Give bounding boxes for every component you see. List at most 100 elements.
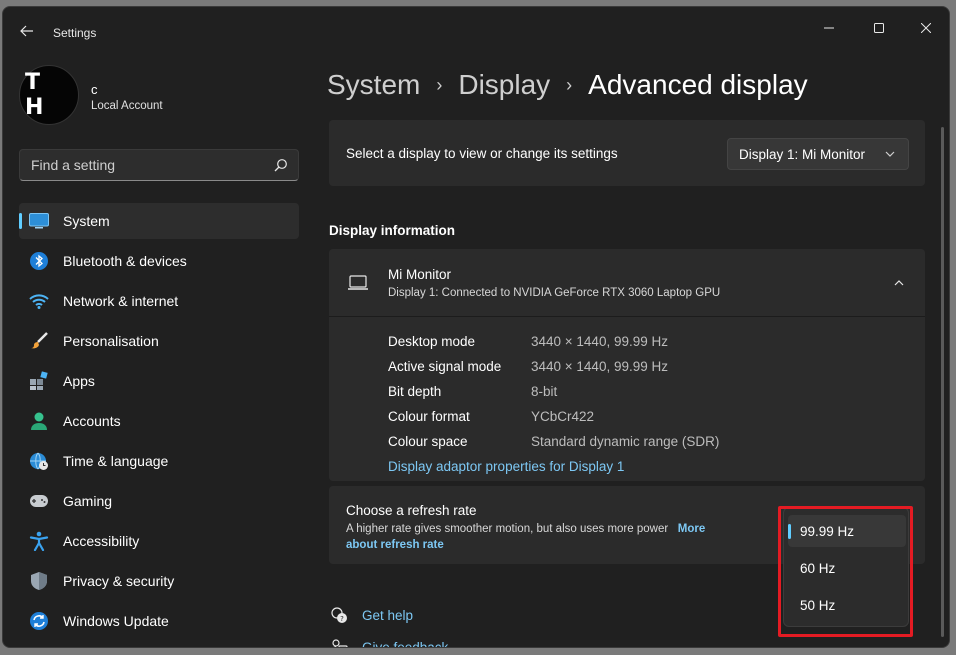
display-dropdown[interactable]: Display 1: Mi Monitor [727, 138, 909, 170]
give-feedback-row[interactable]: Give feedback [329, 631, 448, 648]
settings-window: Settings T H c Local Account System [2, 6, 950, 648]
maximize-button[interactable] [856, 13, 902, 43]
chevron-down-icon [885, 151, 895, 157]
breadcrumb-display[interactable]: Display [458, 69, 550, 101]
help-links: ? Get help Give feedback [329, 599, 448, 648]
info-value: 3440 × 1440, 99.99 Hz [531, 334, 668, 349]
info-row-desktop-mode: Desktop mode 3440 × 1440, 99.99 Hz [388, 329, 719, 354]
sidebar-item-gaming[interactable]: Gaming [19, 483, 299, 519]
sidebar-item-label: Windows Update [63, 613, 169, 629]
sidebar-item-bluetooth[interactable]: Bluetooth & devices [19, 243, 299, 279]
back-button[interactable] [15, 21, 39, 41]
accessibility-icon [28, 530, 50, 552]
info-key: Active signal mode [388, 359, 502, 374]
close-button[interactable] [903, 13, 949, 43]
page-title: Advanced display [588, 69, 808, 100]
sidebar-item-system[interactable]: System [19, 203, 299, 239]
sidebar-item-label: Time & language [63, 453, 169, 469]
brush-icon [28, 330, 50, 352]
refresh-option-99[interactable]: 99.99 Hz [788, 515, 906, 547]
sidebar-nav: System Bluetooth & devices Network & int… [19, 203, 299, 643]
adaptor-properties-link[interactable]: Display adaptor properties for Display 1 [388, 459, 624, 474]
info-key: Bit depth [388, 384, 442, 399]
sidebar-item-label: Privacy & security [63, 573, 175, 589]
chevron-right-icon: › [566, 74, 573, 95]
accounts-icon [28, 410, 50, 432]
info-key: Desktop mode [388, 334, 476, 349]
help-icon: ? [329, 605, 349, 625]
option-label: 99.99 Hz [800, 523, 855, 539]
info-row-colour-space: Colour space Standard dynamic range (SDR… [388, 429, 719, 454]
sidebar-item-apps[interactable]: Apps [19, 363, 299, 399]
display-dropdown-value: Display 1: Mi Monitor [739, 146, 866, 162]
wifi-icon [28, 290, 50, 312]
monitor-connection: Display 1: Connected to NVIDIA GeForce R… [388, 287, 721, 299]
sidebar-item-time-language[interactable]: Time & language [19, 443, 299, 479]
laptop-icon [348, 275, 368, 290]
selected-indicator [788, 524, 791, 539]
close-icon [921, 23, 931, 33]
active-indicator [19, 213, 22, 229]
chevron-up-icon [894, 280, 904, 286]
info-value: 3440 × 1440, 99.99 Hz [531, 359, 668, 374]
sidebar-item-label: Gaming [63, 493, 113, 509]
sidebar-item-label: System [63, 213, 110, 229]
apps-icon [28, 370, 50, 392]
info-row-colour-format: Colour format YCbCr422 [388, 404, 719, 429]
sidebar-item-accounts[interactable]: Accounts [19, 403, 299, 439]
search-box [19, 149, 299, 181]
display-select-label: Select a display to view or change its s… [346, 146, 618, 161]
sidebar-item-network[interactable]: Network & internet [19, 283, 299, 319]
refresh-rate-title: Choose a refresh rate [346, 503, 477, 518]
refresh-rate-desc-text: A higher rate gives smoother motion, but… [346, 523, 669, 535]
sidebar-item-label: Apps [63, 373, 95, 389]
section-title: Display information [329, 223, 456, 238]
info-value: 8-bit [531, 384, 558, 399]
shield-icon [28, 570, 50, 592]
search-input[interactable] [20, 150, 260, 180]
chevron-right-icon: › [436, 74, 443, 95]
user-profile[interactable]: T H c Local Account [19, 65, 299, 125]
display-info-rows: Desktop mode 3440 × 1440, 99.99 Hz Activ… [388, 329, 719, 454]
search-icon[interactable] [274, 158, 288, 172]
breadcrumb: System › Display › Advanced display [327, 65, 808, 105]
get-help-row[interactable]: ? Get help [329, 599, 448, 631]
give-feedback-link[interactable]: Give feedback [362, 640, 448, 648]
display-select-card: Select a display to view or change its s… [329, 120, 925, 186]
bluetooth-icon [28, 250, 50, 272]
option-label: 50 Hz [800, 597, 836, 613]
sidebar-item-windows-update[interactable]: Windows Update [19, 603, 299, 639]
sidebar-item-accessibility[interactable]: Accessibility [19, 523, 299, 559]
system-icon [28, 210, 50, 232]
display-info-header[interactable]: Mi Monitor Display 1: Connected to NVIDI… [329, 249, 925, 317]
feedback-icon [329, 637, 349, 647]
display-info-card: Mi Monitor Display 1: Connected to NVIDI… [329, 249, 925, 481]
sidebar-item-label: Bluetooth & devices [63, 253, 187, 269]
minimize-button[interactable] [806, 13, 852, 43]
maximize-icon [874, 23, 884, 33]
info-row-active-signal: Active signal mode 3440 × 1440, 99.99 Hz [388, 354, 719, 379]
avatar: T H [19, 65, 79, 125]
title-bar: Settings [3, 7, 949, 51]
sidebar-item-personalisation[interactable]: Personalisation [19, 323, 299, 359]
back-arrow-icon [20, 25, 33, 37]
account-type: Local Account [91, 100, 163, 112]
sidebar-item-privacy[interactable]: Privacy & security [19, 563, 299, 599]
refresh-option-50[interactable]: 50 Hz [788, 589, 906, 621]
sidebar-item-label: Accounts [63, 413, 121, 429]
refresh-rate-dropdown-menu: 99.99 Hz 60 Hz 50 Hz [783, 507, 909, 627]
sidebar-item-label: Personalisation [63, 333, 159, 349]
monitor-name: Mi Monitor [388, 267, 452, 282]
breadcrumb-system[interactable]: System [327, 69, 420, 101]
globe-clock-icon [28, 450, 50, 472]
user-name: c [91, 82, 98, 97]
refresh-option-60[interactable]: 60 Hz [788, 552, 906, 584]
refresh-rate-description: A higher rate gives smoother motion, but… [346, 521, 736, 553]
info-key: Colour space [388, 434, 468, 449]
app-title: Settings [53, 26, 97, 40]
info-value: Standard dynamic range (SDR) [531, 434, 720, 449]
collapse-button[interactable] [885, 273, 913, 293]
get-help-link[interactable]: Get help [362, 608, 413, 623]
svg-text:?: ? [340, 615, 344, 623]
scrollbar[interactable] [941, 127, 944, 637]
